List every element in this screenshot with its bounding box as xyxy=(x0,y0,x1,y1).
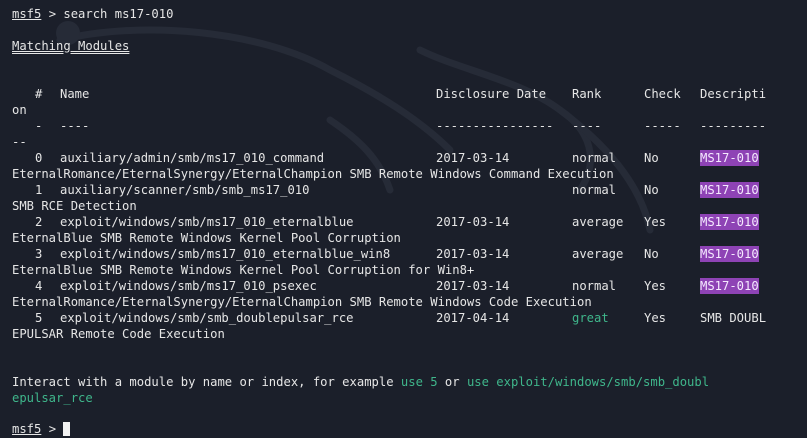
msf-prompt: msf5 xyxy=(12,422,42,436)
header-num: # xyxy=(35,87,43,101)
module-name: exploit/windows/smb/ms17_010_eternalblue… xyxy=(60,247,391,261)
module-desc-highlight: MS17-010 xyxy=(700,150,759,166)
module-desc-wrap: EternalRomance/EternalSynergy/EternalCha… xyxy=(12,167,614,181)
module-name: auxiliary/admin/smb/ms17_010_command xyxy=(60,151,325,165)
hint-use-name: use exploit/windows/smb/smb_doubl xyxy=(466,375,710,389)
module-rank: normal xyxy=(572,151,617,165)
module-num: 1 xyxy=(35,183,43,197)
module-desc-wrap: EternalRomance/EternalSynergy/EternalCha… xyxy=(12,295,592,309)
interact-hint-wrap: epulsar_rce xyxy=(12,390,807,406)
module-date: 2017-04-14 xyxy=(436,311,510,325)
module-check: No xyxy=(644,151,659,165)
module-date: 2017-03-14 xyxy=(436,247,510,261)
sep-description: --------- xyxy=(700,119,767,133)
module-rank: great xyxy=(572,311,609,325)
module-check: No xyxy=(644,183,659,197)
module-num: 0 xyxy=(35,151,43,165)
module-check: Yes xyxy=(644,215,667,229)
module-desc-highlight: MS17-010 xyxy=(700,182,759,198)
header-row: # Name Disclosure Date Rank Check Descri… xyxy=(12,86,807,102)
module-row: 0 auxiliary/admin/smb/ms17_010_command 2… xyxy=(12,150,807,166)
module-desc: SMB DOUBL xyxy=(700,311,767,325)
module-desc-wrap: EternalBlue SMB Remote Windows Kernel Po… xyxy=(12,263,475,277)
sep-rank: ---- xyxy=(572,119,602,133)
header-name: Name xyxy=(60,87,90,101)
module-num: 2 xyxy=(35,215,43,229)
module-name: exploit/windows/smb/ms17_010_psexec xyxy=(60,279,317,293)
module-rank: average xyxy=(572,215,624,229)
matching-title-text: Matching Modules xyxy=(12,39,130,53)
msf-prompt: msf5 xyxy=(12,7,42,21)
module-date: 2017-03-14 xyxy=(436,151,510,165)
sep-date: ---------------- xyxy=(436,119,554,133)
header-rank: Rank xyxy=(572,87,602,101)
module-desc-wrap: SMB RCE Detection xyxy=(12,199,137,213)
sep-check: ----- xyxy=(644,119,681,133)
prompt-arrow: > xyxy=(41,422,64,436)
search-command: > search ms17-010 xyxy=(41,7,174,21)
hint-use-index: use 5 xyxy=(400,375,438,389)
hint-prefix: Interact with a module by name or index,… xyxy=(12,375,401,389)
module-check: Yes xyxy=(644,311,667,325)
module-check: No xyxy=(644,247,659,261)
module-row: 1 auxiliary/scanner/smb/smb_ms17_010 nor… xyxy=(12,182,807,198)
module-date: 2017-03-14 xyxy=(436,215,510,229)
module-name: auxiliary/scanner/smb/smb_ms17_010 xyxy=(60,183,310,197)
sep-num: - xyxy=(35,119,43,133)
module-check: Yes xyxy=(644,279,667,293)
terminal-cursor[interactable] xyxy=(63,422,71,436)
module-desc-highlight: MS17-010 xyxy=(700,246,759,262)
module-name: exploit/windows/smb/ms17_010_eternalblue xyxy=(60,215,354,229)
hint-use-name-wrap: epulsar_rce xyxy=(12,391,93,405)
input-line[interactable]: msf5 > xyxy=(12,421,807,437)
module-desc-wrap: EPULSAR Remote Code Execution xyxy=(12,327,225,341)
module-rank: normal xyxy=(572,183,617,197)
module-name: exploit/windows/smb/smb_doublepulsar_rce xyxy=(60,311,354,325)
module-row: 5 exploit/windows/smb/smb_doublepulsar_r… xyxy=(12,310,807,326)
sep-name: ---- xyxy=(60,119,90,133)
module-num: 5 xyxy=(35,311,43,325)
module-row: 2 exploit/windows/smb/ms17_010_eternalbl… xyxy=(12,214,807,230)
module-num: 3 xyxy=(35,247,43,261)
separator-wrap: -- xyxy=(12,135,27,149)
module-rank: normal xyxy=(572,279,617,293)
module-date: 2017-03-14 xyxy=(436,279,510,293)
module-desc-highlight: MS17-010 xyxy=(700,214,759,230)
module-row: 3 exploit/windows/smb/ms17_010_eternalbl… xyxy=(12,246,807,262)
module-num: 4 xyxy=(35,279,43,293)
separator-row: - ---- ---------------- ---- ----- -----… xyxy=(12,118,807,134)
header-date: Disclosure Date xyxy=(436,87,547,101)
module-row: 4 exploit/windows/smb/ms17_010_psexec 20… xyxy=(12,278,807,294)
module-rank: average xyxy=(572,247,624,261)
module-desc-wrap: EternalBlue SMB Remote Windows Kernel Po… xyxy=(12,231,401,245)
header-wrap: on xyxy=(12,103,27,117)
header-description: Descripti xyxy=(700,87,767,101)
matching-modules-title: Matching Modules xyxy=(12,38,807,54)
module-desc-highlight: MS17-010 xyxy=(700,278,759,294)
hint-or: or xyxy=(437,375,467,389)
interact-hint: Interact with a module by name or index,… xyxy=(12,374,807,390)
header-check: Check xyxy=(644,87,681,101)
command-line: msf5 > search ms17-010 xyxy=(12,6,807,22)
